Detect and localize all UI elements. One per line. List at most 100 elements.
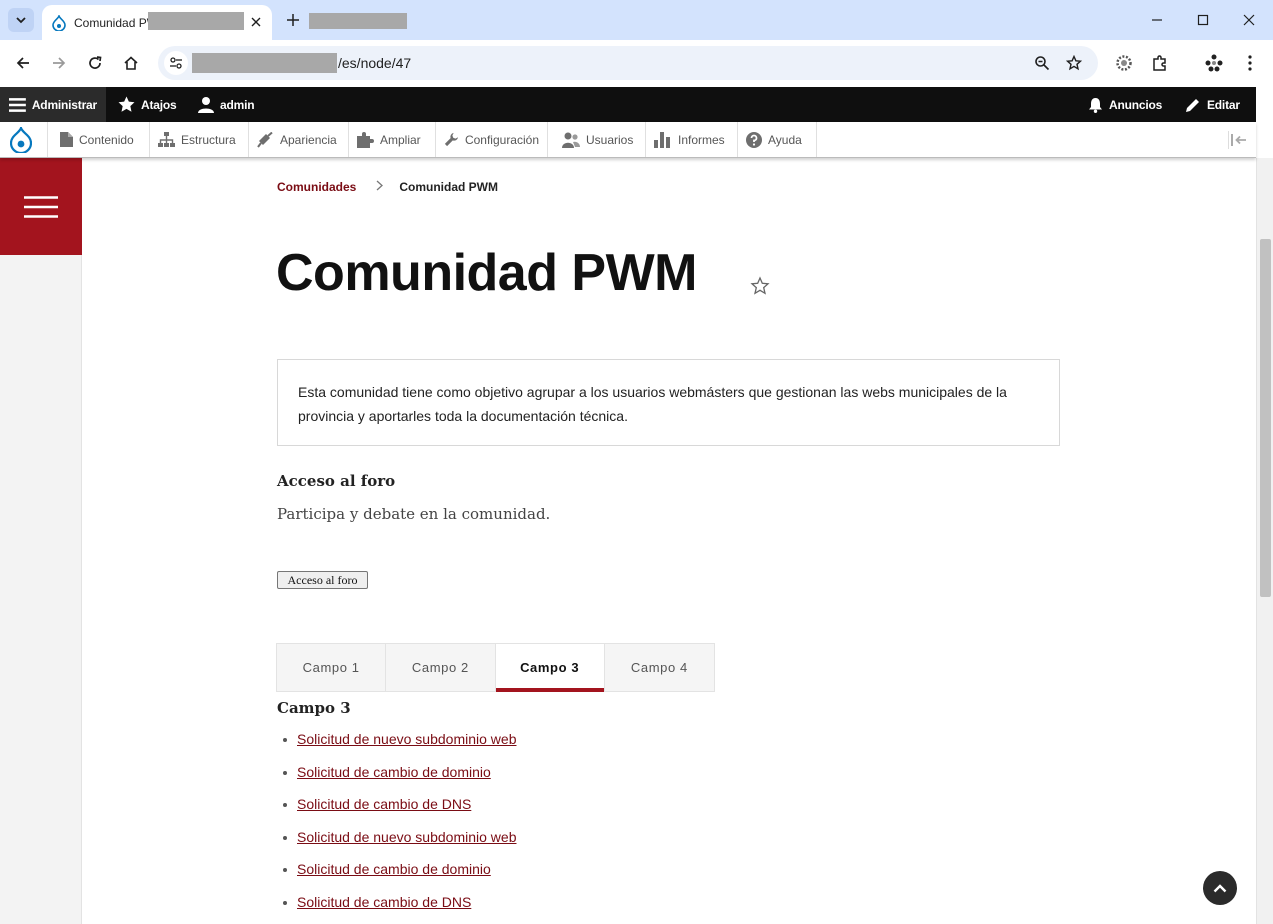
redacted-region [309,13,407,29]
close-window-button[interactable] [1239,10,1259,30]
home-button[interactable] [120,52,142,74]
tray-item-estructura[interactable]: Estructura [150,122,249,157]
tray-item-ayuda[interactable]: Ayuda [738,122,817,157]
tab-campo-3[interactable]: Campo 3 [495,644,605,692]
left-sidebar [0,158,82,924]
zoom-button[interactable] [1032,53,1052,73]
request-link[interactable]: Solicitud de nuevo subdominio web [297,829,516,845]
chrome-menu-button[interactable] [1239,52,1261,74]
tray-item-ampliar[interactable]: Ampliar [349,122,436,157]
tray-item-contenido[interactable]: Contenido [48,122,150,157]
tab-campo-4[interactable]: Campo 4 [605,644,714,691]
page-scrollbar[interactable] [1256,158,1273,924]
request-link[interactable]: Solicitud de cambio de DNS [297,796,471,812]
star-icon [118,96,135,112]
close-icon [1243,14,1255,26]
extension-button[interactable] [1113,52,1135,74]
request-link-list: Solicitud de nuevo subdominio web Solici… [283,731,516,924]
request-link[interactable]: Solicitud de nuevo subdominio web [297,731,516,747]
list-item: Solicitud de cambio de DNS [283,796,516,829]
community-summary: Esta comunidad tiene como objetivo agrup… [277,359,1060,446]
request-link[interactable]: Solicitud de cambio de dominio [297,764,491,780]
tray-item-apariencia[interactable]: Apariencia [249,122,349,157]
profile-button[interactable] [1203,52,1225,74]
hamburger-icon [24,195,58,218]
back-to-top-button[interactable] [1203,871,1237,905]
minimize-icon [1152,19,1162,21]
maximize-icon [1197,14,1209,26]
breadcrumb-separator-icon [376,180,384,194]
hamburger-icon [9,97,26,112]
drupal-home-link[interactable] [0,122,48,157]
admin-manage-button[interactable]: Administrar [0,87,106,122]
site-info-button[interactable] [164,51,188,75]
panel-heading: Campo 3 [277,699,351,717]
maximize-button[interactable] [1193,10,1213,30]
arrow-left-icon [16,57,29,69]
tab-search-button[interactable] [8,8,34,32]
paint-roller-icon [257,131,273,148]
favorite-star-button[interactable] [750,276,770,296]
list-item: Solicitud de nuevo subdominio web [283,731,516,764]
arrow-right-icon [53,57,66,69]
new-tab-button[interactable] [284,11,302,29]
tab-campo-1[interactable]: Campo 1 [277,644,387,691]
request-link[interactable]: Solicitud de cambio de dominio [297,861,491,877]
tray-item-label: Ayuda [768,132,802,147]
pencil-icon [1186,98,1199,112]
bell-icon [1089,97,1102,113]
admin-edit-button[interactable]: Editar [1185,87,1240,122]
help-icon [746,131,762,148]
site-menu-toggle[interactable] [0,158,82,255]
breadcrumb-current: Comunidad PWM [399,180,498,194]
minimize-button[interactable] [1147,10,1167,30]
tray-item-label: Informes [678,132,725,147]
puzzle-icon [357,131,374,148]
star-icon [1066,55,1082,71]
tray-item-informes[interactable]: Informes [646,122,738,157]
breadcrumb-link-comunidades[interactable]: Comunidades [277,180,356,194]
admin-manage-label: Administrar [31,97,97,112]
extensions-menu-button[interactable] [1149,52,1171,74]
tray-collapse-button[interactable] [1228,131,1248,149]
reload-button[interactable] [84,52,106,74]
admin-user-button[interactable]: admin [198,87,255,122]
list-item: Solicitud de cambio de DNS [283,894,516,924]
tune-icon [170,57,182,69]
browser-address-bar: /es/node/47 [0,40,1273,87]
tab-campo-2[interactable]: Campo 2 [386,644,496,691]
redacted-region [148,12,244,30]
list-item: Solicitud de cambio de dominio [283,764,516,797]
list-item: Solicitud de nuevo subdominio web [283,829,516,862]
scrollbar-thumb[interactable] [1260,239,1271,597]
tab-close-button[interactable] [248,14,264,30]
plus-icon [287,14,299,26]
tray-item-label: Ampliar [380,132,421,147]
admin-shortcuts-button[interactable]: Atajos [118,87,177,122]
admin-toolbar: Administrar Atajos admin Anuncios Editar [0,87,1256,122]
home-icon [124,56,138,70]
admin-user-label: admin [220,97,255,112]
bookmark-button[interactable] [1064,53,1084,73]
admin-announcements-button[interactable]: Anuncios [1088,87,1162,122]
omnibox[interactable]: /es/node/47 [158,46,1098,80]
forum-description: Participa y debate en la comunidad. [277,505,551,523]
tray-item-label: Estructura [181,132,236,147]
redacted-region [192,53,337,73]
drupal-logo-icon [9,126,32,153]
request-link[interactable]: Solicitud de cambio de DNS [297,894,471,910]
browser-tab-bar: Comunidad PW [0,0,1273,40]
back-button[interactable] [12,52,34,74]
collapse-left-icon [1230,134,1246,146]
tray-item-usuarios[interactable]: Usuarios [548,122,646,157]
forward-button[interactable] [48,52,70,74]
list-item: Solicitud de cambio de dominio [283,861,516,894]
forum-access-button[interactable]: Acceso al foro [277,571,368,589]
url-text: /es/node/47 [338,55,412,71]
tray-item-configuracion[interactable]: Configuración [436,122,548,157]
page-title: Comunidad PWM [276,244,698,302]
star-outline-icon [750,276,770,295]
admin-announcements-label: Anuncios [1109,97,1163,112]
breadcrumb: Comunidades Comunidad PWM [277,180,498,194]
browser-tab-active[interactable]: Comunidad PW [42,5,272,40]
